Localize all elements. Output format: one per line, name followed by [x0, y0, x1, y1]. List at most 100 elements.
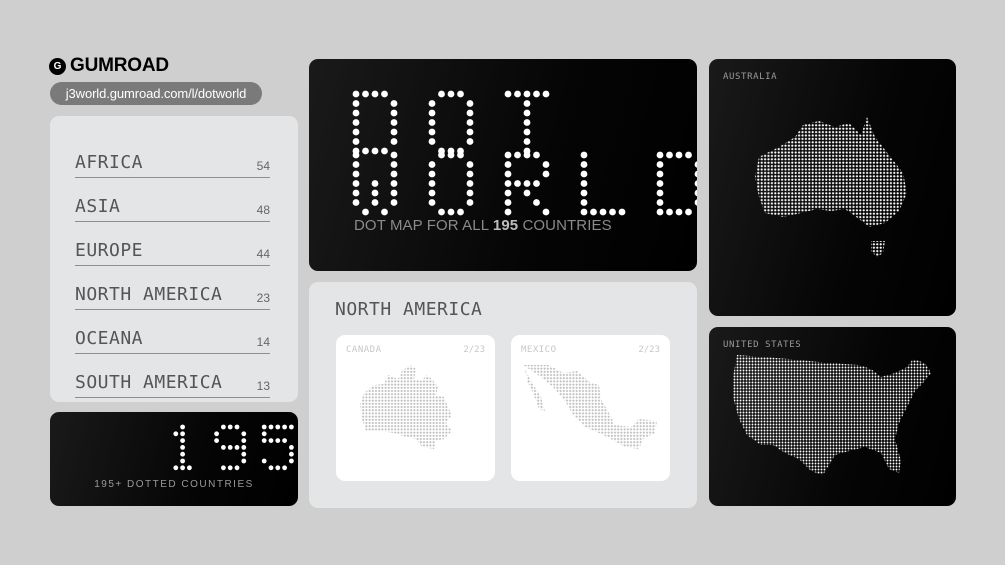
dot-glyph-dot	[504, 161, 512, 168]
dot-glyph-dot	[428, 119, 436, 126]
dot-glyph-dot	[390, 151, 398, 159]
dot-glyph-dot	[466, 189, 474, 197]
dot-glyph-dot	[352, 128, 360, 136]
dot-glyph-dot	[466, 170, 474, 178]
dot-glyph-dot	[523, 138, 531, 145]
total-caption: 195+ DOTTED COUNTRIES	[94, 479, 254, 490]
dot-glyph-dot	[428, 170, 436, 178]
dot-glyph-dot	[466, 119, 474, 126]
dot-glyph-dot	[173, 465, 179, 471]
dot-glyph-dot	[180, 424, 186, 430]
dot-glyph-dot	[221, 465, 226, 471]
dot-glyph-dot	[180, 438, 186, 443]
dot-glyph-dot	[275, 465, 281, 471]
dot-glyph-dot	[466, 138, 474, 145]
region-name: ASIA	[75, 196, 121, 217]
dot-glyph-dot	[618, 208, 626, 216]
dot-glyph-dot	[694, 189, 697, 197]
region-list: AFRICA 54 ASIA 48 EUROPE 44 NORTH AMERIC…	[50, 116, 298, 402]
dot-glyph-dot	[438, 151, 445, 159]
dot-glyph-dot	[694, 161, 697, 168]
dot-glyph-dot	[234, 445, 240, 450]
dot-glyph-dot	[438, 208, 445, 216]
dot-glyph-dot	[390, 119, 398, 126]
canada-map-tile[interactable]: CANADA 2/23	[336, 335, 495, 481]
region-count: 48	[256, 203, 270, 217]
dot-glyph-dot	[371, 180, 379, 187]
dot-glyph-dot	[599, 208, 607, 216]
dot-glyph-dot	[656, 208, 664, 216]
gumroad-logo[interactable]: G GUMROAD	[49, 55, 169, 76]
dot-glyph-dot	[580, 208, 588, 216]
dot-glyph-dot	[241, 445, 247, 450]
dot-glyph-dot	[381, 90, 388, 98]
dot-glyph-dot	[428, 138, 436, 145]
dot-glyph-dot	[371, 199, 379, 206]
dot-glyph-dot	[352, 199, 360, 206]
dot-glyph-dot	[428, 100, 436, 107]
dot-glyph-dot	[504, 189, 512, 197]
dot-glyph-dot	[428, 180, 436, 187]
region-name: AFRICA	[75, 152, 144, 173]
total-countries-card: 195+ DOTTED COUNTRIES	[50, 412, 298, 506]
product-url-link[interactable]: j3world.gumroad.com/l/dotworld	[50, 82, 262, 105]
dot-glyph-dot	[289, 445, 294, 450]
canada-dot-map	[360, 365, 452, 449]
gumroad-mark-icon: G	[49, 57, 66, 75]
dot-glyph-dot	[523, 180, 531, 187]
dot-glyph-dot	[352, 151, 360, 159]
dot-glyph-dot	[268, 424, 274, 430]
dot-glyph-dot	[390, 138, 398, 145]
australia-card: AUSTRALIA	[709, 59, 956, 316]
dot-glyph-dot	[466, 109, 474, 117]
dot-glyph-dot	[533, 151, 540, 159]
region-name: SOUTH AMERICA	[75, 372, 223, 393]
region-name: NORTH AMERICA	[75, 284, 223, 305]
dot-glyph-dot	[214, 438, 220, 443]
dot-glyph-dot	[390, 100, 398, 107]
dot-glyph-dot	[268, 465, 274, 471]
dot-glyph-dot	[180, 445, 186, 450]
dot-glyph-dot	[580, 161, 588, 168]
dot-glyph-dot	[656, 170, 664, 178]
dot-glyph-dot	[390, 199, 398, 206]
dot-glyph-dot	[694, 170, 697, 178]
dot-glyph-dot	[227, 465, 233, 471]
dot-glyph-dot	[371, 90, 379, 98]
dot-glyph-dot	[352, 138, 360, 145]
dot-glyph-dot	[504, 199, 512, 206]
united-states-dot-map	[733, 355, 931, 475]
canada-shape	[360, 365, 452, 449]
dot-glyph-dot	[241, 451, 247, 457]
hero-title-dots	[352, 90, 697, 216]
dot-glyph-dot	[352, 170, 360, 178]
dot-glyph-dot	[685, 208, 692, 216]
dot-glyph-dot	[675, 208, 683, 216]
dot-glyph-dot	[504, 208, 512, 216]
dot-glyph-dot	[523, 109, 531, 117]
dot-glyph-dot	[504, 90, 512, 98]
dot-glyph-dot	[466, 180, 474, 187]
subtitle-number: 195	[492, 217, 519, 234]
dot-glyph-dot	[275, 438, 281, 443]
dot-glyph-dot	[656, 180, 664, 187]
dot-glyph-dot	[381, 147, 388, 155]
dot-glyph-dot	[428, 199, 436, 206]
dot-glyph-dot	[390, 180, 398, 187]
united-states-shape	[733, 355, 931, 475]
total-number-dots	[173, 424, 294, 471]
dot-glyph-dot	[234, 465, 240, 471]
dot-glyph-dot	[390, 109, 398, 117]
dot-glyph-dot	[261, 431, 267, 437]
dot-glyph-dot	[275, 424, 281, 430]
region-count: 44	[256, 247, 270, 261]
region-row: AFRICA 54	[75, 134, 270, 178]
mexico-map-tile[interactable]: MEXICO 2/23	[511, 335, 670, 481]
united-states-card: UNITED STATES	[709, 327, 956, 506]
dot-glyph-dot	[542, 90, 550, 98]
dot-glyph-dot	[694, 199, 697, 206]
north-america-card: NORTH AMERICA CANADA 2/23 MEXICO 2/23	[309, 282, 697, 508]
hero-title-card: DOT MAP FOR ALL 195 COUNTRIES	[309, 59, 697, 271]
dot-glyph-dot	[438, 90, 445, 98]
dot-glyph-dot	[234, 424, 240, 430]
